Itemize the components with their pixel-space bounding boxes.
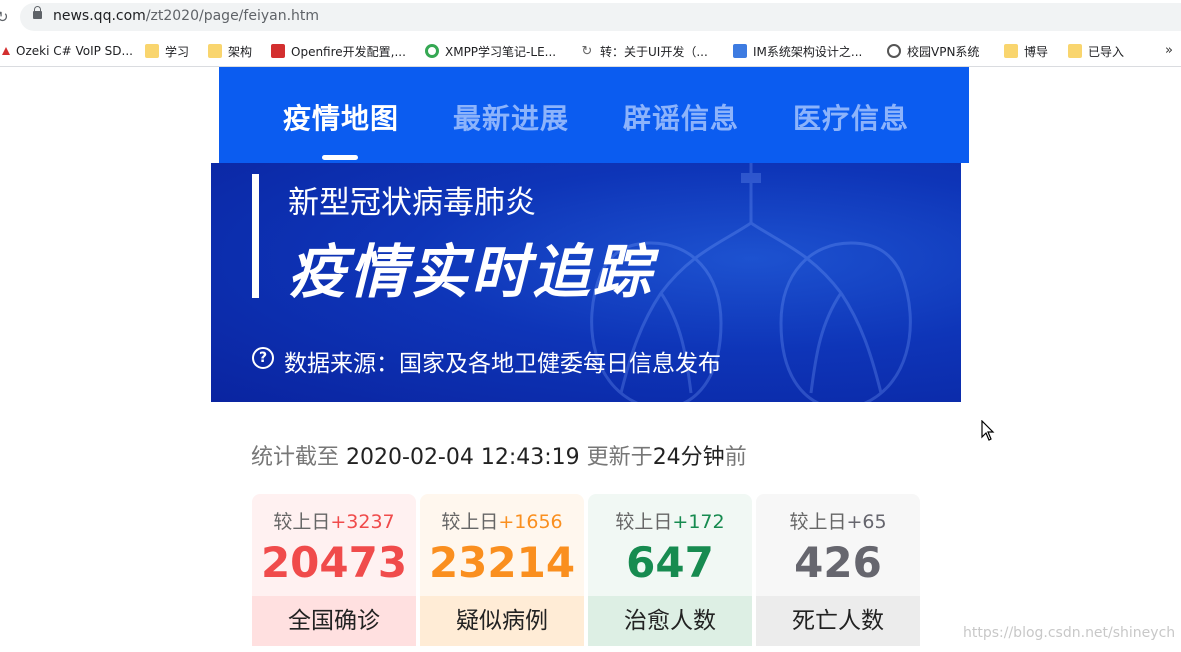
url-text[interactable]: news.qq.com/zt2020/page/feiyan.htm — [53, 8, 319, 24]
bookmark-ui-dev[interactable]: ↻ 转：关于UI开发（... — [580, 40, 708, 62]
tab-epidemic-map[interactable]: 疫情地图 — [283, 97, 399, 137]
more-bookmarks-icon[interactable]: » — [1165, 43, 1173, 58]
stats-prefix: 统计截至 — [251, 445, 340, 470]
card-label: 疑似病例 — [420, 596, 584, 646]
delta-label: 较上日 — [615, 511, 673, 533]
delta-value: +172 — [672, 511, 725, 533]
url-field[interactable]: news.qq.com/zt2020/page/feiyan.htm ☆ — [20, 3, 1181, 31]
bookmarks-bar: Ozeki C# VoIP SD... 学习 架构 Openfire开发配置,.… — [0, 35, 1181, 67]
bookmark-label: 学习 — [165, 44, 190, 59]
bookmark-label: 架构 — [228, 44, 253, 59]
updated-suffix: 前 — [724, 445, 747, 470]
bookmark-jiagou[interactable]: 架构 — [208, 40, 252, 62]
address-bar: ↻ news.qq.com/zt2020/page/feiyan.htm ☆ — [0, 0, 1181, 35]
card-value: 20473 — [260, 538, 408, 587]
bookmark-vpn[interactable]: 校园VPN系统 — [887, 40, 979, 62]
folder-icon — [1068, 44, 1082, 58]
bookmark-label: IM系统架构设计之... — [753, 44, 863, 59]
card-delta: 较上日+1656 — [420, 507, 584, 534]
folder-icon — [1004, 44, 1018, 58]
bookmark-label: 博导 — [1024, 44, 1049, 59]
card-delta: 较上日+172 — [588, 507, 752, 534]
csdn-watermark: https://blog.csdn.net/shineych — [963, 625, 1176, 641]
bookmark-bodao[interactable]: 博导 — [1004, 40, 1048, 62]
mouse-cursor-icon — [981, 420, 995, 441]
bookmark-xmpp[interactable]: XMPP学习笔记-LE... — [425, 40, 556, 62]
delta-value: +65 — [846, 511, 887, 533]
bookmark-ozeki[interactable]: Ozeki C# VoIP SD... — [2, 40, 133, 62]
card-value: 426 — [794, 538, 882, 587]
updated-prefix: 更新于 — [586, 445, 653, 470]
delta-value: +1656 — [498, 511, 563, 533]
ozeki-icon — [2, 47, 10, 55]
updated-ago: 24分钟 — [652, 445, 725, 470]
banner-accent-bar — [252, 174, 259, 298]
delta-label: 较上日 — [273, 511, 331, 533]
delta-label: 较上日 — [789, 511, 847, 533]
folder-icon — [208, 44, 222, 58]
card-delta: 较上日+65 — [756, 507, 920, 534]
bookmark-label: 已导入 — [1088, 44, 1125, 59]
csdn-icon — [271, 44, 285, 58]
data-source-text: 数据来源：国家及各地卫健委每日信息发布 — [284, 351, 721, 377]
card-value: 23214 — [428, 538, 576, 587]
green-c-icon — [425, 44, 439, 58]
active-tab-indicator — [322, 155, 358, 160]
delta-label: 较上日 — [441, 511, 499, 533]
card-label: 死亡人数 — [756, 596, 920, 646]
bookmark-label: 校园VPN系统 — [907, 44, 980, 59]
lock-icon[interactable] — [33, 6, 42, 19]
card-value: 647 — [626, 538, 714, 587]
card-label: 治愈人数 — [588, 596, 752, 646]
bookmark-label: 转：关于UI开发（... — [600, 44, 708, 59]
spin-icon: ↻ — [581, 43, 593, 59]
question-icon[interactable]: ? — [252, 347, 274, 369]
stats-timestamp-line: 统计截至 2020-02-04 12:43:19 更新于24分钟前 — [251, 439, 747, 471]
url-host: news.qq.com — [53, 8, 146, 24]
stats-cards: 较上日+3237 20473 全国确诊 较上日+1656 23214 疑似病例 … — [252, 494, 920, 646]
blue-site-icon — [733, 44, 747, 58]
folder-icon — [145, 44, 159, 58]
bookmark-label: XMPP学习笔记-LE... — [445, 44, 557, 59]
delta-value: +3237 — [330, 511, 395, 533]
card-delta: 较上日+3237 — [252, 507, 416, 534]
card-label: 全国确诊 — [252, 596, 416, 646]
banner-subtitle: 新型冠状病毒肺炎 — [288, 185, 536, 221]
tab-latest-progress[interactable]: 最新进展 — [453, 97, 569, 137]
suspected-card: 较上日+1656 23214 疑似病例 — [420, 494, 584, 646]
hero-banner: 新型冠状病毒肺炎 疫情实时追踪 ? 数据来源：国家及各地卫健委每日信息发布 — [211, 163, 961, 402]
bookmark-xuexi[interactable]: 学习 — [145, 40, 189, 62]
deaths-card: 较上日+65 426 死亡人数 — [756, 494, 920, 646]
url-path: /zt2020/page/feiyan.htm — [145, 8, 320, 24]
bookmark-label: Openfire开发配置,... — [291, 44, 406, 59]
banner-title: 疫情实时追踪 — [288, 238, 655, 306]
bookmark-label: Ozeki C# VoIP SD... — [16, 44, 133, 58]
stats-timestamp: 2020-02-04 12:43:19 — [346, 445, 580, 470]
confirmed-card: 较上日+3237 20473 全国确诊 — [252, 494, 416, 646]
tab-medical-info[interactable]: 医疗信息 — [793, 97, 909, 137]
top-nav: 疫情地图 最新进展 辟谣信息 医疗信息 — [219, 67, 969, 163]
bookmark-im[interactable]: IM系统架构设计之... — [733, 40, 862, 62]
tab-rumor-debunk[interactable]: 辟谣信息 — [623, 97, 739, 137]
globe-icon — [887, 44, 901, 58]
reload-icon[interactable]: ↻ — [0, 8, 9, 26]
bookmark-imported[interactable]: 已导入 — [1068, 40, 1124, 62]
recovered-card: 较上日+172 647 治愈人数 — [588, 494, 752, 646]
bookmark-openfire[interactable]: Openfire开发配置,... — [271, 40, 406, 62]
